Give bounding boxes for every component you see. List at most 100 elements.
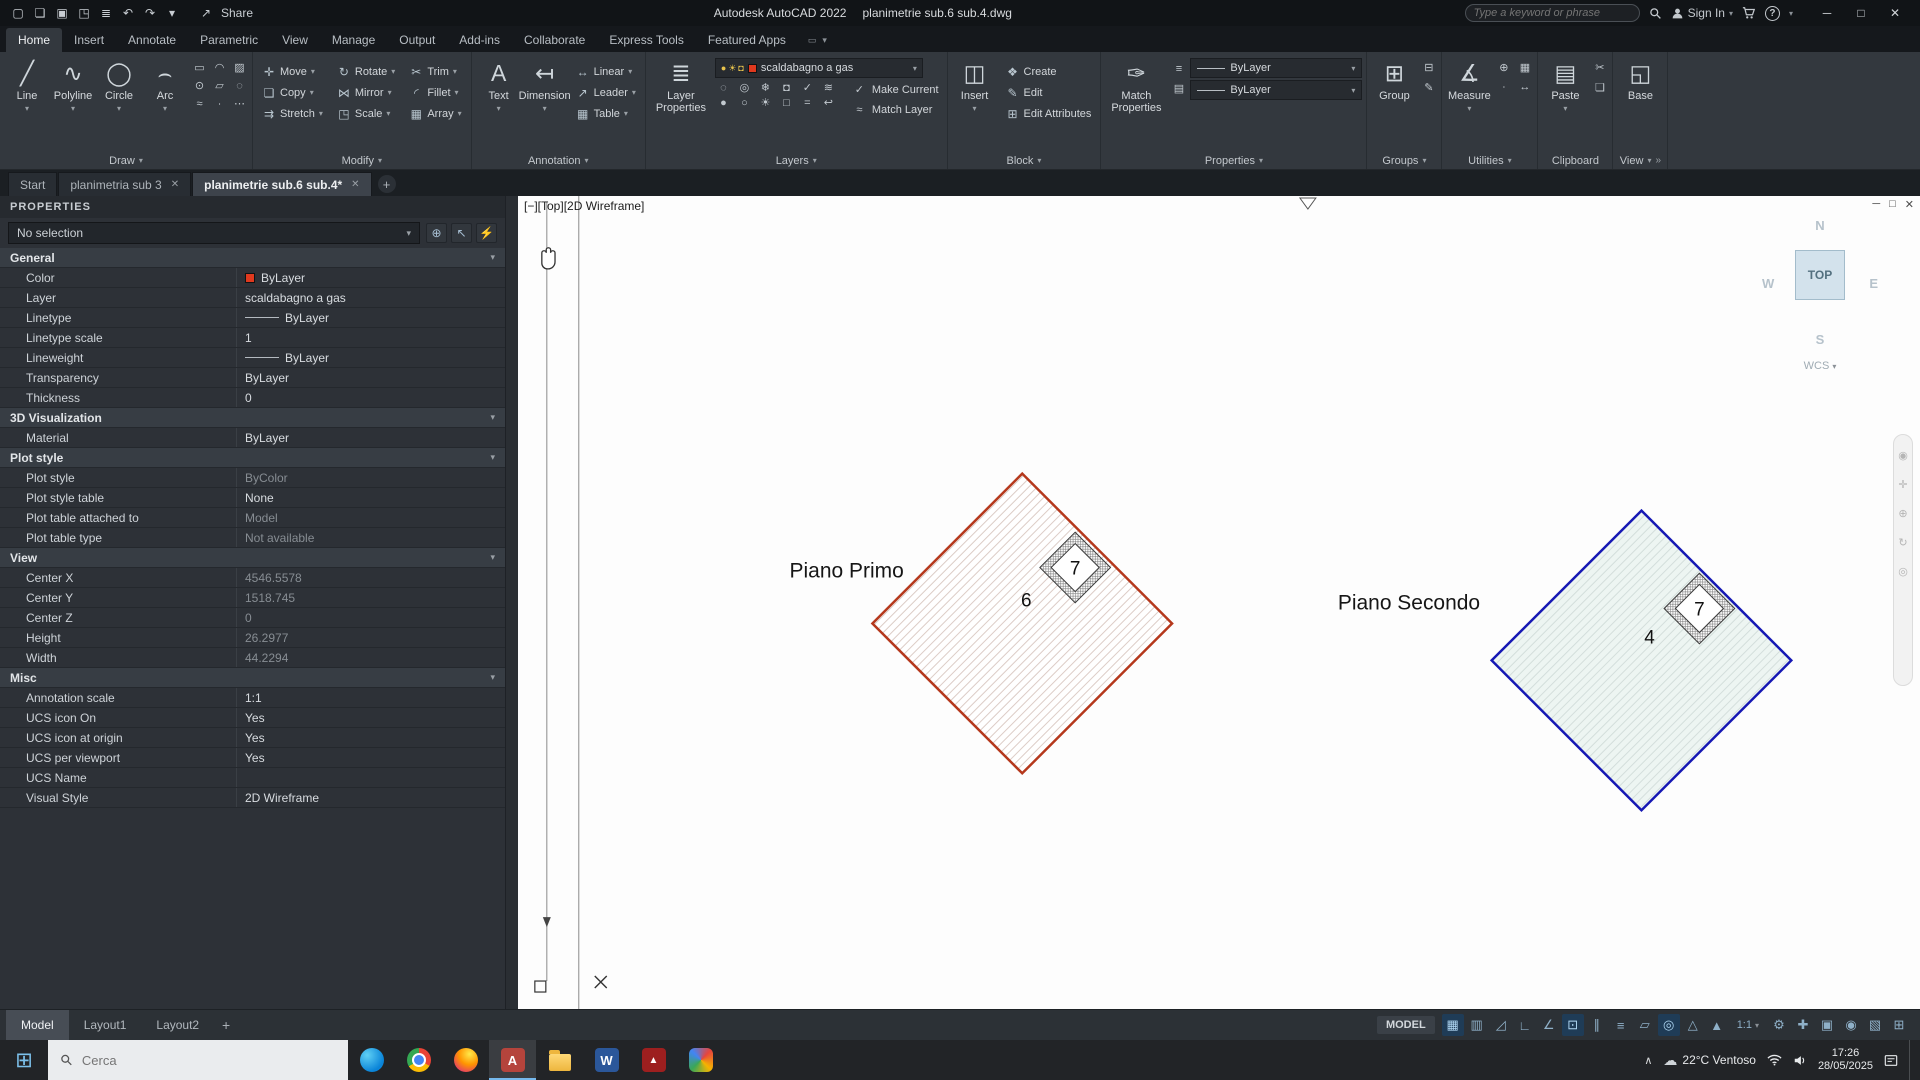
array-button[interactable]: ▦ Array ▾ (404, 104, 466, 123)
undo-icon[interactable]: ↶ (118, 6, 138, 20)
close-icon[interactable]: ✕ (1878, 0, 1912, 26)
help-search-box[interactable] (1465, 4, 1640, 22)
collapse-section-icon[interactable]: ▾ (490, 252, 505, 263)
file-explorer-app-icon[interactable] (536, 1040, 583, 1080)
save-as-icon[interactable]: ◳ (74, 6, 94, 20)
scale-button[interactable]: ◳ Scale ▾ (332, 104, 400, 123)
viewcube-north[interactable]: N (1815, 218, 1824, 233)
edit-attributes-button[interactable]: ⊞ Edit Attributes (1001, 104, 1097, 123)
mirror-button[interactable]: ⋈ Mirror ▾ (332, 83, 400, 102)
property-row[interactable]: Center Y ▾ 1518.745 (0, 588, 505, 608)
cut-icon[interactable]: ✂ (1591, 61, 1608, 76)
lineweight-dropdown[interactable]: ByLayer ▾ (1190, 58, 1362, 78)
spline-tool-icon[interactable]: ≈ (191, 97, 208, 112)
redo-icon[interactable]: ↷ (140, 6, 160, 20)
leader-button[interactable]: ↗ Leader ▾ (571, 83, 641, 102)
lineweight-display-icon[interactable]: ≡ (1610, 1014, 1632, 1036)
property-row[interactable]: Linetype scale ▾ 1 (0, 328, 505, 348)
group-button[interactable]: ⊞ Group (1371, 54, 1417, 102)
make-object-layer-current-icon[interactable]: ✓ (799, 81, 816, 96)
layer-unisolate-icon[interactable]: ○ (736, 96, 753, 111)
selection-dropdown[interactable]: No selection ▾ (8, 222, 420, 244)
layer-lock-tool-icon[interactable]: ◘ (778, 81, 795, 96)
annotation-monitor-icon[interactable]: ✚ (1792, 1014, 1814, 1036)
property-row[interactable]: Lineweight ▾ ByLayer (0, 348, 505, 368)
floor-plan-piano-primo[interactable]: Piano Primo 7 6 (790, 474, 1173, 774)
stretch-button[interactable]: ⇉ Stretch ▾ (257, 104, 328, 123)
tab-parametric[interactable]: Parametric (188, 28, 270, 52)
quick-select-icon[interactable]: ⚡ (476, 223, 497, 243)
trim-button[interactable]: ✂ Trim ▾ (404, 62, 466, 81)
dimension-tool-button[interactable]: ↤ Dimension ▾ (522, 54, 568, 113)
polygon-tool-icon[interactable]: ▱ (211, 79, 228, 94)
chevron-down-icon[interactable]: ▾ (1789, 9, 1793, 18)
show-desktop-button[interactable] (1909, 1040, 1916, 1080)
property-row[interactable]: Annotation scale ▾ 1:1 (0, 688, 505, 708)
taskbar-search[interactable] (48, 1040, 348, 1080)
hardware-acceleration-icon[interactable]: ▧ (1864, 1014, 1886, 1036)
make-current-button[interactable]: ✓ Make Current (847, 81, 943, 99)
tab-insert[interactable]: Insert (62, 28, 116, 52)
properties-list-icon[interactable]: ≡ (1170, 62, 1187, 77)
autocad-app-icon[interactable]: A (489, 1040, 536, 1080)
tab-home[interactable]: Home (6, 28, 62, 52)
layer-dropdown[interactable]: ●☀◘ scaldabagno a gas ▾ (715, 58, 923, 78)
viewcube-west[interactable]: W (1762, 276, 1774, 291)
tab-collaborate[interactable]: Collaborate (512, 28, 597, 52)
modify-panel-label[interactable]: Modify▾ (257, 152, 467, 169)
layer-on-icon[interactable]: ● (715, 96, 732, 111)
property-row[interactable]: Visual Style ▾ 2D Wireframe (0, 788, 505, 808)
new-drawing-icon[interactable]: ▢ (8, 6, 28, 20)
object-snap-icon[interactable]: ⊡ (1562, 1014, 1584, 1036)
property-row[interactable]: Transparency ▾ ByLayer (0, 368, 505, 388)
viewport-close-icon[interactable]: ✕ (1905, 198, 1914, 211)
tab-manage[interactable]: Manage (320, 28, 387, 52)
edit-block-button[interactable]: ✎ Edit (1001, 83, 1097, 102)
ribbon-collapse-icon[interactable]: ▾ (822, 35, 827, 46)
photos-app-icon[interactable] (677, 1040, 724, 1080)
workspace-gear-icon[interactable]: ⚙ (1768, 1014, 1790, 1036)
help-icon[interactable]: ? (1765, 6, 1780, 21)
wcs-menu[interactable]: WCS ▾ (1804, 360, 1837, 372)
revision-cloud-tool-icon[interactable]: ◌ (231, 79, 248, 94)
groups-panel-label[interactable]: Groups▾ (1371, 152, 1437, 169)
match-properties-button[interactable]: ✑ Match Properties (1105, 54, 1167, 114)
properties-panel-label[interactable]: Properties▾ (1105, 152, 1362, 169)
property-row[interactable]: Plot style ▾ ByColor (0, 468, 505, 488)
plot-icon[interactable]: ≣ (96, 6, 116, 20)
layer-unlock-icon[interactable]: □ (778, 96, 795, 111)
distance-icon[interactable]: ↔ (1516, 80, 1533, 95)
layer-match-icon[interactable]: = (799, 96, 816, 111)
fillet-button[interactable]: ◜ Fillet ▾ (404, 83, 466, 102)
create-block-button[interactable]: ❖ Create (1001, 62, 1097, 81)
circle-center-tool-icon[interactable]: ⊙ (191, 79, 208, 94)
selection-cycling-icon[interactable]: ◎ (1658, 1014, 1680, 1036)
firefox-app-icon[interactable] (442, 1040, 489, 1080)
property-row[interactable]: Layer ▾ scaldabagno a gas (0, 288, 505, 308)
viewport-controls-label[interactable]: [−][Top][2D Wireframe] (524, 199, 644, 213)
transparency-list-icon[interactable]: ▤ (1170, 82, 1187, 97)
group-edit-icon[interactable]: ✎ (1420, 81, 1437, 96)
viewcube-east[interactable]: E (1869, 276, 1878, 291)
layers-panel-label[interactable]: Layers▾ (650, 152, 943, 169)
cart-icon[interactable] (1742, 6, 1756, 20)
point-tool-icon[interactable]: ∙ (211, 97, 228, 112)
rectangle-tool-icon[interactable]: ▭ (191, 61, 208, 76)
property-row[interactable]: UCS icon at origin ▾ Yes (0, 728, 505, 748)
layout1-tab[interactable]: Layout1 (69, 1010, 142, 1040)
clipboard-panel-label[interactable]: Clipboard (1542, 152, 1608, 169)
annotation-panel-label[interactable]: Annotation▾ (476, 152, 641, 169)
isolate-objects-icon[interactable]: ◉ (1840, 1014, 1862, 1036)
text-tool-button[interactable]: A Text ▾ (476, 54, 522, 113)
polyline-tool-button[interactable]: ∿ Polyline ▾ (50, 54, 96, 113)
infer-constraints-icon[interactable]: ◿ (1490, 1014, 1512, 1036)
polar-tracking-icon[interactable]: ∠ (1538, 1014, 1560, 1036)
property-row[interactable]: Plot table type ▾ Not available (0, 528, 505, 548)
navigation-wheel-icon[interactable]: ◉ (1898, 449, 1908, 462)
property-row[interactable]: UCS icon On ▾ Yes (0, 708, 505, 728)
wifi-icon[interactable] (1767, 1054, 1782, 1066)
utilities-panel-label[interactable]: Utilities▾ (1446, 152, 1533, 169)
property-row[interactable]: Linetype ▾ ByLayer (0, 308, 505, 328)
annotation-visibility-icon[interactable]: △ (1682, 1014, 1704, 1036)
line-tool-button[interactable]: ╱ Line ▾ (4, 54, 50, 113)
